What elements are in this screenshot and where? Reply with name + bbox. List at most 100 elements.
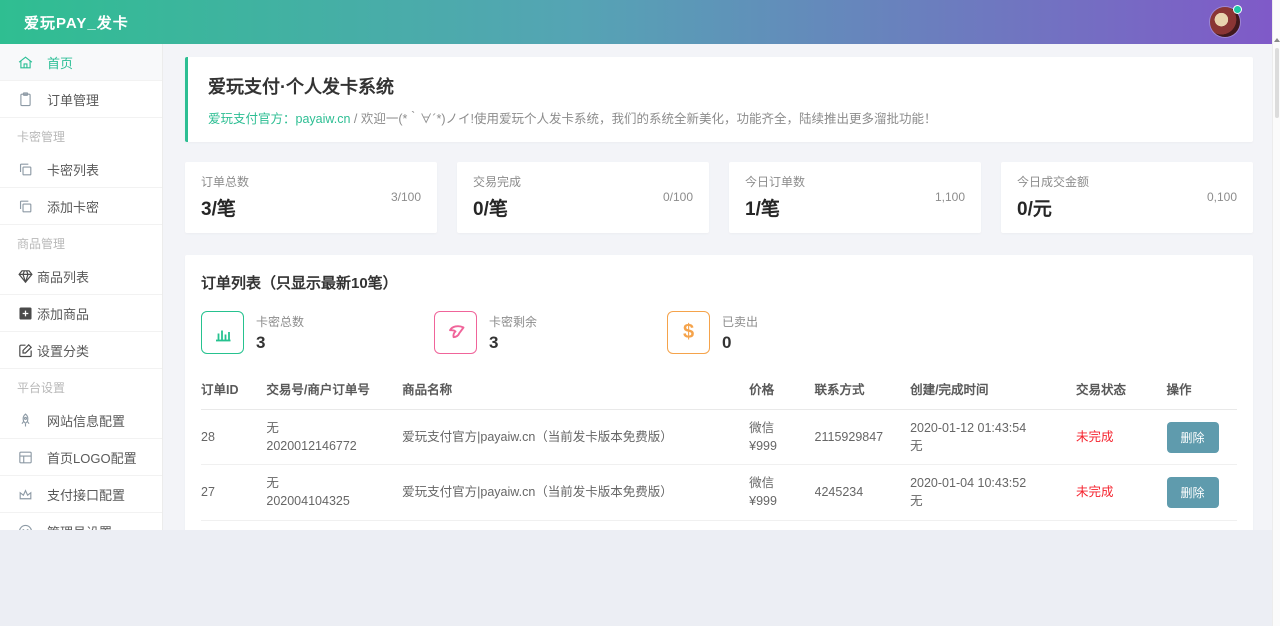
mini-stat-card-sold: $ 已卖出 0 (667, 311, 900, 354)
col-header-price: 价格 (749, 368, 814, 410)
status-badge: 未完成 (1076, 410, 1167, 465)
mini-stat-card-total: 卡密总数 3 (201, 311, 434, 354)
cell-contact: 4245234 (815, 465, 911, 520)
cell-price: 微信 ¥999 (749, 410, 814, 465)
sidebar-item-card-add[interactable]: 添加卡密 (0, 188, 162, 225)
mini-stat-value: 0 (722, 333, 758, 353)
sidebar-item-pay-api[interactable]: 支付接口配置 (0, 476, 162, 513)
mini-stat-label: 卡密总数 (256, 313, 304, 330)
order-table: 订单ID 交易号/商户订单号 商品名称 价格 联系方式 创建/完成时间 交易状态… (201, 368, 1237, 530)
sidebar-item-admin-settings[interactable]: 管理员设置 (0, 513, 162, 530)
sidebar-item-label: 管理员设置 (47, 522, 112, 531)
delete-button[interactable]: 删除 (1167, 477, 1219, 508)
cell-contact: 42424 (815, 520, 911, 530)
sidebar-section-cards: 卡密管理 (0, 118, 162, 151)
sidebar: 首页 订单管理 卡密管理 卡密列表 添加卡密 商品管理 商品列表 (0, 44, 163, 530)
welcome-subtitle: 爱玩支付官方：payaiw.cn / 欢迎一(*｀∀´*)ノイ!使用爱玩个人发卡… (208, 108, 1233, 127)
cell-time: 2020-01-04 10:43:52 无 (910, 465, 1076, 520)
sidebar-item-label: 支付接口配置 (47, 485, 125, 504)
col-header-order-id: 订单ID (201, 368, 266, 410)
sidebar-item-label: 订单管理 (47, 90, 99, 109)
stat-label: 今日成交金额 (1017, 173, 1089, 190)
scrollbar[interactable] (1272, 0, 1280, 626)
copy-icon (17, 161, 34, 178)
app-title: 爱玩PAY_发卡 (24, 12, 129, 33)
mini-stat-value: 3 (489, 333, 537, 353)
sidebar-item-card-list[interactable]: 卡密列表 (0, 151, 162, 188)
mini-stats-row: 卡密总数 3 卡密剩余 3 $ (201, 311, 1237, 354)
stat-value: 3/笔 (201, 194, 249, 221)
stat-sub-value: 1,100 (935, 190, 965, 204)
stat-label: 交易完成 (473, 173, 521, 190)
order-list-title: 订单列表（只显示最新10笔） (201, 272, 1237, 293)
table-row: 28 无 2020012146772 爱玩支付官方|payaiw.cn（当前发卡… (201, 410, 1237, 465)
cell-order-id: 28 (201, 410, 266, 465)
cell-order-id: 26 (201, 520, 266, 530)
scroll-up-arrow-icon[interactable] (1274, 38, 1280, 42)
stat-value: 1/笔 (745, 194, 805, 221)
welcome-banner: 爱玩支付·个人发卡系统 爱玩支付官方：payaiw.cn / 欢迎一(*｀∀´*… (185, 57, 1253, 142)
mini-stat-label: 卡密剩余 (489, 313, 537, 330)
sidebar-item-label: 卡密列表 (47, 160, 99, 179)
col-header-status: 交易状态 (1076, 368, 1167, 410)
sidebar-item-product-list[interactable]: 商品列表 (0, 258, 162, 295)
official-site-link[interactable]: payaiw.cn (296, 112, 351, 126)
sidebar-item-label: 首页LOGO配置 (47, 448, 137, 467)
stat-card-today-amount: 今日成交金额 0/元 0,100 (1001, 162, 1253, 233)
sidebar-item-category-set[interactable]: 设置分类 (0, 332, 162, 369)
cell-contact: 2115929847 (815, 410, 911, 465)
stat-sub-value: 0,100 (1207, 190, 1237, 204)
sidebar-item-label: 商品列表 (37, 267, 89, 286)
order-table-header-row: 订单ID 交易号/商户订单号 商品名称 价格 联系方式 创建/完成时间 交易状态… (201, 368, 1237, 410)
layout-icon (17, 449, 34, 466)
mini-stat-card-remaining: 卡密剩余 3 (434, 311, 667, 354)
order-list-panel: 订单列表（只显示最新10笔） 卡密总数 3 卡密剩余 (185, 255, 1253, 530)
sidebar-item-home[interactable]: 首页 (0, 44, 162, 81)
mini-stat-label: 已卖出 (722, 313, 758, 330)
delete-button[interactable]: 删除 (1167, 422, 1219, 453)
sidebar-item-site-info[interactable]: 网站信息配置 (0, 402, 162, 439)
main-content: 爱玩支付·个人发卡系统 爱玩支付官方：payaiw.cn / 欢迎一(*｀∀´*… (163, 44, 1280, 530)
official-prefix: 爱玩支付官方： (208, 112, 296, 126)
stat-card-today-orders: 今日订单数 1/笔 1,100 (729, 162, 981, 233)
col-header-trade-no: 交易号/商户订单号 (266, 368, 402, 410)
page-title: 爱玩支付·个人发卡系统 (208, 73, 1233, 99)
cell-trade-no: 无 2020012146772 (266, 410, 402, 465)
cell-price: 微信 ¥999 (749, 465, 814, 520)
stat-sub-value: 0/100 (663, 190, 693, 204)
col-header-contact: 联系方式 (815, 368, 911, 410)
scrollbar-thumb[interactable] (1275, 48, 1279, 118)
bar-chart-icon (201, 311, 244, 354)
cell-product: 爱玩支付官方|payaiw.cn（当前发卡版本免费版） (402, 465, 749, 520)
sidebar-item-orders[interactable]: 订单管理 (0, 81, 162, 118)
home-icon (17, 54, 34, 71)
col-header-action: 操作 (1167, 368, 1237, 410)
cell-time: 2020-01-04 10:42:42 无 (910, 520, 1076, 530)
cell-product: 爱玩支付官方|payaiw.cn（当前发卡版本免费版） (402, 410, 749, 465)
cell-trade-no: 无 2020041042601 (266, 520, 402, 530)
cell-price: 微信 ¥999 (749, 520, 814, 530)
welcome-text: / 欢迎一(*｀∀´*)ノイ!使用爱玩个人发卡系统，我们的系统全新美化，功能齐全… (350, 112, 936, 126)
smiley-icon (17, 523, 34, 531)
sidebar-item-product-add[interactable]: 添加商品 (0, 295, 162, 332)
cell-action: 删除 (1167, 410, 1237, 465)
copy-icon (17, 198, 34, 215)
table-row: 27 无 202004104325 爱玩支付官方|payaiw.cn（当前发卡版… (201, 465, 1237, 520)
sidebar-item-logo-config[interactable]: 首页LOGO配置 (0, 439, 162, 476)
sidebar-section-platform: 平台设置 (0, 369, 162, 402)
avatar[interactable] (1210, 7, 1240, 37)
stat-value: 0/笔 (473, 194, 521, 221)
sidebar-item-label: 添加商品 (37, 304, 89, 323)
col-header-time: 创建/完成时间 (910, 368, 1076, 410)
status-badge: 未完成 (1076, 520, 1167, 530)
send-icon (434, 311, 477, 354)
cell-product: 爱玩支付官方|payaiw.cn（当前发卡版本免费版） (402, 520, 749, 530)
app-header: 爱玩PAY_发卡 (0, 0, 1280, 44)
col-header-product: 商品名称 (402, 368, 749, 410)
status-badge: 未完成 (1076, 465, 1167, 520)
cell-trade-no: 无 202004104325 (266, 465, 402, 520)
dollar-icon: $ (667, 311, 710, 354)
stat-label: 今日订单数 (745, 173, 805, 190)
stat-label: 订单总数 (201, 173, 249, 190)
rocket-icon (17, 412, 34, 429)
